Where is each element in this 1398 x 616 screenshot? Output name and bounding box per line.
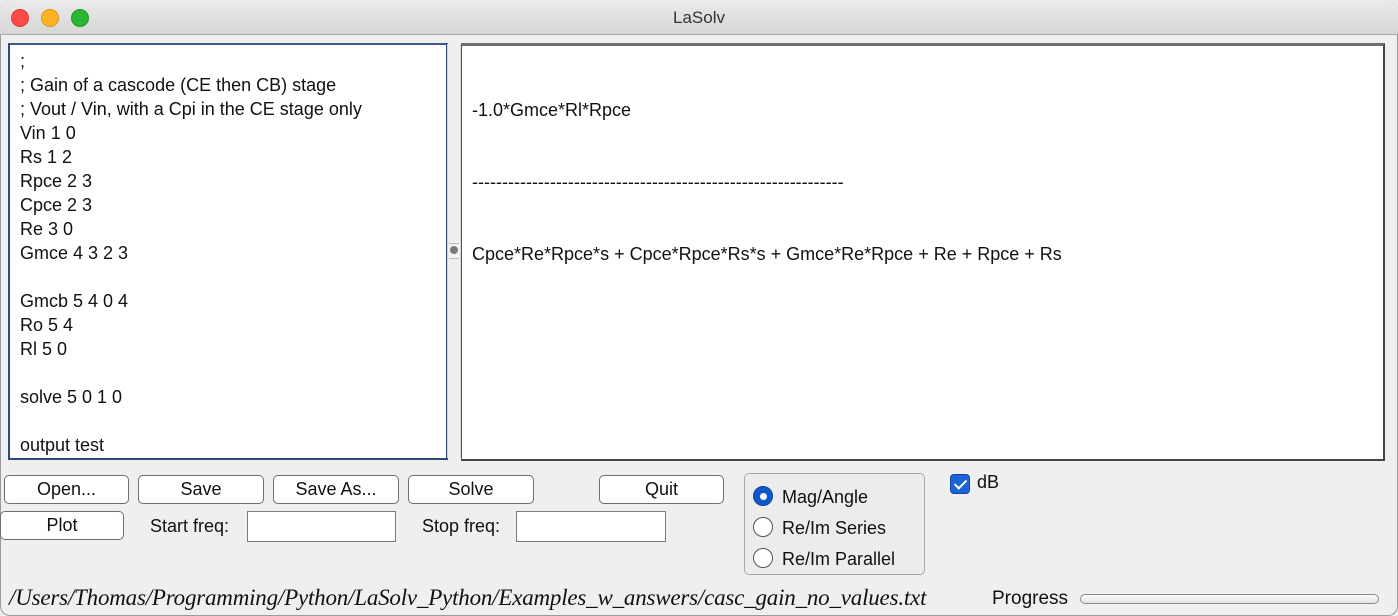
- result-numerator: -1.0*Gmce*Rl*Rpce: [472, 100, 632, 120]
- radio-unselected-icon[interactable]: [753, 517, 773, 537]
- radio-unselected-icon[interactable]: [753, 548, 773, 568]
- netlist-line: Re 3 0: [20, 219, 74, 239]
- netlist-line: ;: [20, 51, 26, 71]
- netlist-line: [20, 361, 446, 385]
- netlist-editor[interactable]: ; ; Gain of a cascode (CE then CB) stage;…: [8, 43, 448, 460]
- stop-freq-label: Stop freq:: [422, 516, 501, 536]
- netlist-line: Gmcb 5 4 0 4: [20, 291, 129, 311]
- stop-freq-input[interactable]: [516, 511, 666, 542]
- netlist-line: output test: [20, 435, 105, 455]
- netlist-line: solve 5 0 1 0: [20, 387, 123, 407]
- window-title: LaSolv: [673, 8, 725, 27]
- solve-button[interactable]: Solve: [408, 475, 534, 504]
- netlist-line: Cpce 2 3: [20, 195, 93, 215]
- display-mode-group: Mag/Angle Re/Im Series Re/Im Parallel: [744, 473, 925, 575]
- db-checkbox[interactable]: [950, 474, 970, 494]
- netlist-line: [20, 265, 446, 289]
- result-divider: ----------------------------------------…: [472, 172, 844, 192]
- plot-button[interactable]: Plot: [0, 511, 124, 540]
- netlist-line: ; Gain of a cascode (CE then CB) stage: [20, 75, 337, 95]
- netlist-line: ; Vout / Vin, with a Cpi in the CE stage…: [20, 99, 362, 119]
- start-freq-label: Start freq:: [150, 516, 230, 536]
- save-as-button[interactable]: Save As...: [273, 475, 399, 504]
- pane-divider[interactable]: [447, 44, 461, 458]
- progress-bar: [1080, 594, 1379, 604]
- netlist-line: Gmce 4 3 2 3: [20, 243, 129, 263]
- netlist-line: Rs 1 2: [20, 147, 73, 167]
- progress-label: Progress: [992, 588, 1069, 609]
- netlist-line: Ro 5 4: [20, 315, 74, 335]
- db-checkbox-label[interactable]: dB: [977, 472, 999, 493]
- open-button[interactable]: Open...: [4, 475, 129, 504]
- pane-divider-handle[interactable]: [449, 243, 459, 259]
- start-freq-input[interactable]: [247, 511, 396, 542]
- quit-button[interactable]: Quit: [599, 475, 724, 504]
- save-button[interactable]: Save: [138, 475, 264, 504]
- netlist-line: [20, 409, 446, 433]
- file-path-label: /Users/Thomas/Programming/Python/LaSolv_…: [9, 585, 927, 610]
- netlist-line: Vin 1 0: [20, 123, 76, 143]
- result-denominator: Cpce*Re*Rpce*s + Cpce*Rpce*Rs*s + Gmce*R…: [472, 244, 1062, 264]
- netlist-line: Rl 5 0: [20, 339, 68, 359]
- title-bar[interactable]: LaSolv: [0, 0, 1398, 35]
- netlist-line: Rpce 2 3: [20, 171, 93, 191]
- netlist-editor-content[interactable]: ; ; Gain of a cascode (CE then CB) stage;…: [10, 45, 446, 457]
- app-window: LaSolv ; ; Gain of a cascode (CE then CB)…: [0, 0, 1398, 616]
- radio-selected-icon[interactable]: [753, 486, 773, 506]
- result-output[interactable]: -1.0*Gmce*Rl*Rpce ----------------------…: [461, 43, 1385, 461]
